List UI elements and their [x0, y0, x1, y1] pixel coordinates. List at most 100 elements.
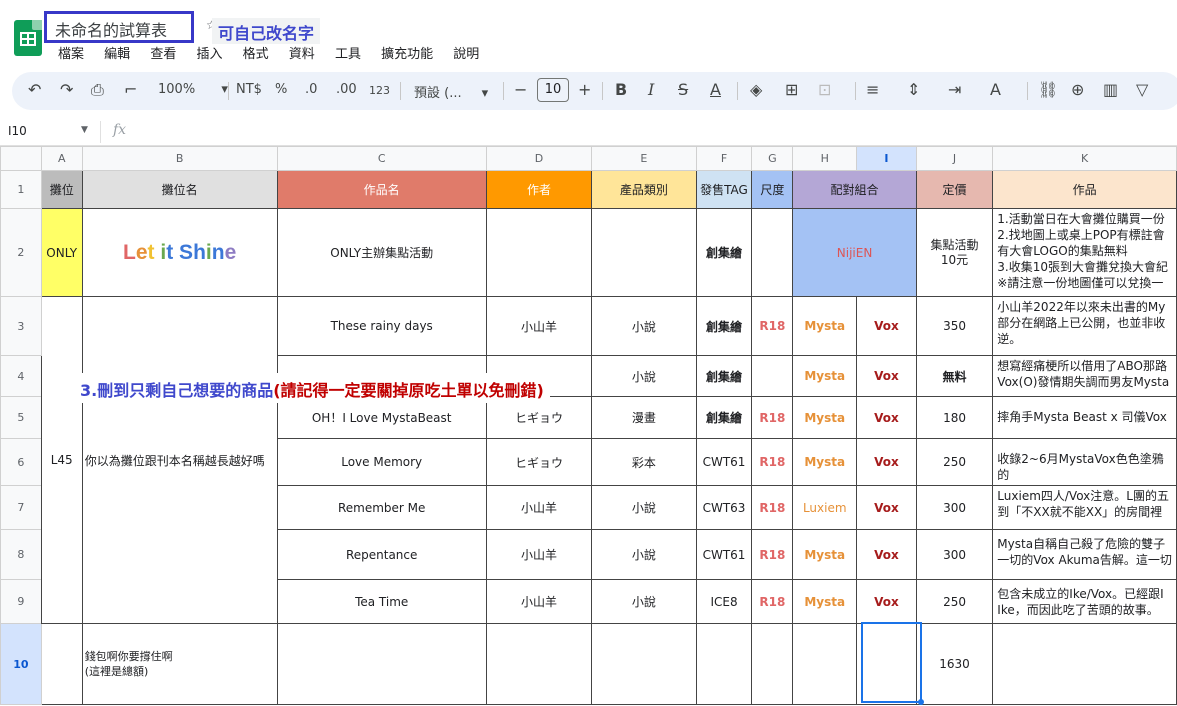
cell-a2[interactable]: ONLY	[40, 208, 83, 297]
chevron-down-icon[interactable]: ▼	[81, 125, 88, 135]
column-header-g[interactable]: G	[751, 146, 794, 171]
header-rating[interactable]: 尺度	[751, 170, 794, 209]
row-header[interactable]: 10	[0, 623, 42, 705]
header-description[interactable]: 作品	[992, 170, 1177, 209]
row-header[interactable]: 5	[0, 396, 42, 439]
fill-color-icon[interactable]: ◈	[750, 80, 762, 99]
cell-j3[interactable]: 350	[915, 296, 994, 356]
cell-j9[interactable]: 250	[915, 579, 994, 624]
cell-h5[interactable]: Mysta	[792, 396, 858, 439]
cell-h6[interactable]: Mysta	[792, 438, 858, 486]
insert-chart-icon[interactable]: ▥	[1103, 80, 1118, 99]
cell-g5[interactable]: R18	[751, 396, 794, 439]
cell-g8[interactable]: R18	[751, 529, 794, 580]
number-format-button[interactable]: 123	[369, 84, 390, 97]
cell-c10[interactable]	[276, 623, 487, 705]
cell-c6[interactable]: Love Memory	[276, 438, 487, 486]
column-header-e[interactable]: E	[591, 146, 697, 171]
percent-format-button[interactable]: %	[275, 82, 287, 97]
cell-k8[interactable]: Mysta自稱自己殺了危險的雙子 一切的Vox Akuma告解。這一切	[992, 529, 1177, 580]
column-header-h[interactable]: H	[792, 146, 858, 171]
menu-view[interactable]: 查看	[150, 47, 176, 62]
cell-d7[interactable]: 小山羊	[485, 485, 593, 530]
horizontal-align-icon[interactable]: ≡	[866, 80, 879, 99]
column-header-k[interactable]: K	[992, 146, 1177, 171]
cell-i5[interactable]: Vox	[856, 396, 917, 439]
increase-decimal-button[interactable]: .00	[336, 82, 357, 97]
row-header[interactable]: 2	[0, 208, 42, 297]
menu-file[interactable]: 檔案	[58, 47, 84, 62]
header-category[interactable]: 產品類別	[591, 170, 697, 209]
redo-icon[interactable]: ↷	[60, 80, 73, 99]
cell-i9[interactable]: Vox	[856, 579, 917, 624]
cell-j5[interactable]: 180	[915, 396, 994, 439]
sheets-logo-icon[interactable]	[14, 20, 42, 56]
cell-g4[interactable]	[751, 355, 794, 397]
cell-i8[interactable]: Vox	[856, 529, 917, 580]
merge-cells-icon[interactable]: ⊡	[818, 80, 831, 99]
cell-e2[interactable]	[591, 208, 697, 297]
cell-f3[interactable]: 創集繪	[695, 296, 753, 356]
cell-b2[interactable]: Let it Shine	[81, 208, 278, 297]
cell-a10[interactable]	[40, 623, 83, 705]
cell-j6[interactable]: 250	[915, 438, 994, 486]
print-icon[interactable]: ⎙	[91, 80, 104, 100]
filter-icon[interactable]: ▽	[1136, 80, 1148, 99]
italic-icon[interactable]: I	[648, 80, 654, 99]
document-title[interactable]: 未命名的試算表	[44, 11, 194, 43]
cell-g6[interactable]: R18	[751, 438, 794, 486]
text-color-icon[interactable]: A	[710, 80, 721, 99]
currency-format-button[interactable]: NT$	[236, 82, 262, 97]
row-header[interactable]: 6	[0, 438, 42, 486]
header-title[interactable]: 作品名	[276, 170, 487, 209]
menu-extensions[interactable]: 擴充功能	[381, 47, 433, 62]
cell-e6[interactable]: 彩本	[591, 438, 697, 486]
header-tag[interactable]: 發售TAG	[695, 170, 753, 209]
cell-h10[interactable]	[792, 623, 858, 705]
cell-h8[interactable]: Mysta	[792, 529, 858, 580]
cell-k7[interactable]: Luxiem四人/Vox注意。L團的五 到「不XX就不能XX」的房間裡	[992, 485, 1177, 530]
row-header[interactable]: 7	[0, 485, 42, 530]
menu-format[interactable]: 格式	[243, 47, 269, 62]
header-price[interactable]: 定價	[915, 170, 994, 209]
text-rotation-icon[interactable]: A	[990, 80, 1001, 99]
strikethrough-icon[interactable]: S	[678, 80, 688, 99]
column-header-j[interactable]: J	[915, 146, 994, 171]
cell-e5[interactable]: 漫畫	[591, 396, 697, 439]
cell-a3-merged[interactable]: L45	[40, 296, 83, 624]
row-header[interactable]: 9	[0, 579, 42, 624]
column-header-d[interactable]: D	[485, 146, 593, 171]
cell-e7[interactable]: 小說	[591, 485, 697, 530]
cell-h7[interactable]: Luxiem	[792, 485, 858, 530]
cell-g7[interactable]: R18	[751, 485, 794, 530]
cell-e4[interactable]: 小說	[591, 355, 697, 397]
cell-c9[interactable]: Tea Time	[276, 579, 487, 624]
cell-k9[interactable]: 包含未成立的Ike/Vox。已經跟I Ike，而因此吃了苦頭的故事。	[992, 579, 1177, 624]
cell-k6[interactable]: 收錄2~6月MystaVox色色塗鴉的	[992, 438, 1177, 486]
fill-handle[interactable]	[918, 699, 924, 705]
header-booth-name[interactable]: 攤位名	[81, 170, 278, 209]
cell-b10[interactable]: 錢包啊你要撐住啊 (這裡是總額)	[81, 623, 278, 705]
cell-d10[interactable]	[485, 623, 593, 705]
font-size-input[interactable]: 10	[537, 78, 569, 102]
menu-edit[interactable]: 編輯	[104, 47, 130, 62]
cell-j4[interactable]: 無料	[915, 355, 994, 397]
cell-i6[interactable]: Vox	[856, 438, 917, 486]
insert-link-icon[interactable]: ⛓	[1038, 80, 1058, 99]
zoom-select[interactable]: 100% ▾	[158, 82, 228, 97]
cell-g3[interactable]: R18	[751, 296, 794, 356]
cell-e8[interactable]: 小說	[591, 529, 697, 580]
row-header[interactable]: 1	[0, 170, 42, 209]
cell-j2[interactable]: 集點活動 10元	[915, 208, 994, 297]
insert-comment-icon[interactable]: ⊕	[1071, 80, 1084, 99]
cell-d6[interactable]: ヒギョウ	[485, 438, 593, 486]
cell-d8[interactable]: 小山羊	[485, 529, 593, 580]
cell-c2[interactable]: ONLY主辦集點活動	[276, 208, 487, 297]
cell-j8[interactable]: 300	[915, 529, 994, 580]
cell-b3-merged[interactable]: 你以為攤位跟刊本名稱越長越好嗎	[81, 296, 278, 624]
decrease-font-size-icon[interactable]: −	[514, 80, 527, 99]
column-header-c[interactable]: C	[276, 146, 487, 171]
borders-icon[interactable]: ⊞	[785, 80, 798, 99]
cell-f7[interactable]: CWT63	[695, 485, 753, 530]
menu-data[interactable]: 資料	[289, 47, 315, 62]
